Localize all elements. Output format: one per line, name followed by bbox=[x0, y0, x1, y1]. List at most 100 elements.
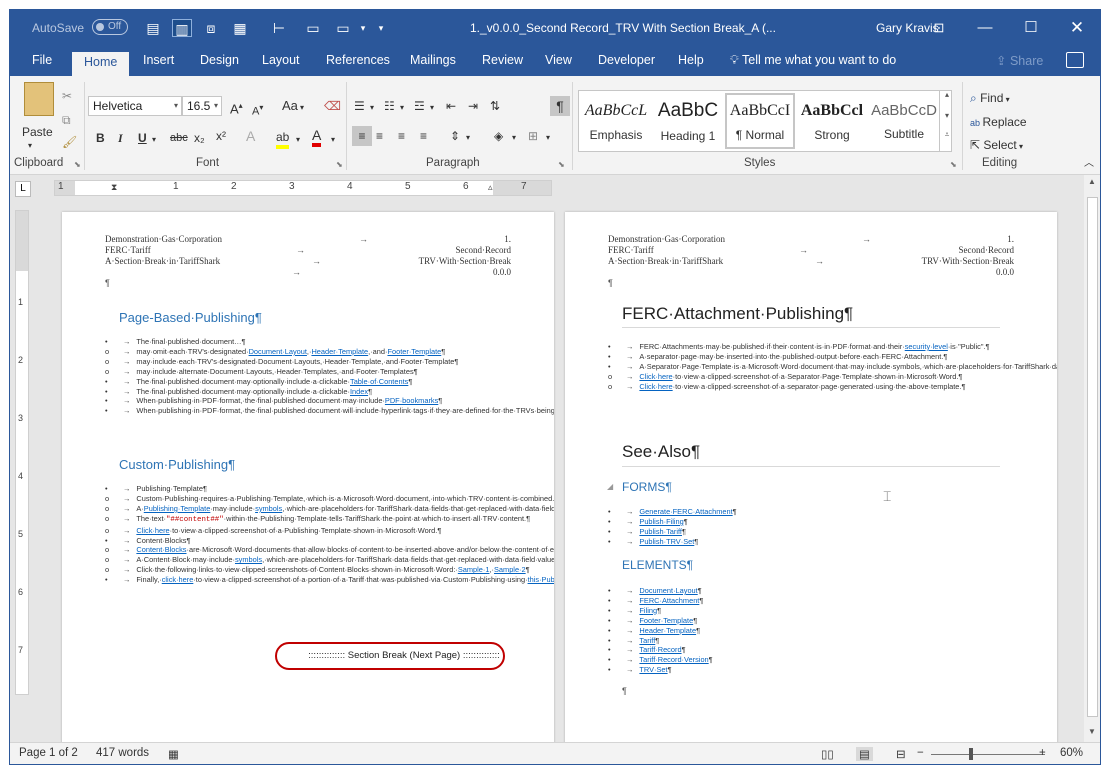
dropdown-icon[interactable]: ▾ bbox=[353, 19, 373, 37]
scroll-up-icon[interactable]: ▲ bbox=[1088, 177, 1096, 186]
collapse-ribbon-icon[interactable]: ︿ bbox=[1084, 156, 1094, 172]
superscript-button[interactable]: x² bbox=[216, 128, 226, 144]
horizontal-ruler[interactable]: 1 1 2 3 4 5 6 7 ⧗ ▵ bbox=[54, 180, 552, 196]
vertical-scrollbar[interactable]: ▲ ▼ bbox=[1084, 175, 1100, 742]
save-icon[interactable]: ▤ bbox=[143, 19, 163, 37]
ribbon-display-icon[interactable]: ⊡ bbox=[924, 16, 954, 40]
tab-mailings[interactable]: Mailings bbox=[410, 53, 456, 67]
vertical-ruler[interactable]: 1 2 3 4 5 6 7 bbox=[15, 210, 29, 695]
zoom-slider[interactable] bbox=[931, 754, 1045, 755]
hyperlink[interactable]: Tariff·Record bbox=[639, 645, 681, 654]
minimize-icon[interactable]: — bbox=[970, 16, 1000, 40]
chevron-down-icon[interactable]: ▾ bbox=[466, 130, 470, 146]
font-launcher-icon[interactable]: ⬊ bbox=[336, 160, 343, 169]
hyperlink[interactable]: Generate·FERC·Attachment bbox=[639, 507, 732, 516]
replace-button[interactable]: ab Replace bbox=[970, 114, 1027, 131]
print-layout-view-icon[interactable]: ▤ bbox=[856, 747, 873, 761]
customize-icon[interactable]: ▾ bbox=[371, 19, 391, 37]
hyperlink[interactable]: Tariff bbox=[639, 636, 655, 645]
tab-developer[interactable]: Developer bbox=[598, 53, 655, 67]
share-button[interactable]: ⇪ Share bbox=[996, 53, 1043, 68]
strikethrough-button[interactable]: abc bbox=[170, 130, 188, 146]
paste-dropdown-icon[interactable]: ▾ bbox=[28, 138, 32, 154]
zoom-out-icon[interactable]: − bbox=[917, 747, 924, 759]
bold-button[interactable]: B bbox=[96, 130, 105, 146]
align-center-icon[interactable]: ≡ bbox=[376, 128, 383, 144]
hyperlink[interactable]: this·Publishing·Template bbox=[528, 575, 554, 584]
tab-file[interactable]: File bbox=[32, 53, 52, 67]
zoom-in-icon[interactable]: + bbox=[1039, 747, 1046, 759]
hyperlink[interactable]: Publish·TRV·Set bbox=[639, 537, 694, 546]
select-button[interactable]: ⇱ Select ▾ bbox=[970, 137, 1023, 155]
hyperlink[interactable]: Table·of·Contents bbox=[350, 377, 408, 386]
chevron-down-icon[interactable]: ▾ bbox=[512, 130, 516, 146]
hyperlink[interactable]: Publish·Filing bbox=[639, 517, 683, 526]
line-spacing-icon[interactable]: ⇕ bbox=[450, 128, 460, 144]
hyperlink[interactable]: Publish·Tariff bbox=[639, 527, 682, 536]
tab-selector[interactable]: L bbox=[15, 181, 31, 197]
hyperlink[interactable]: Content·Blocks bbox=[136, 545, 186, 554]
justify-icon[interactable]: ≡ bbox=[420, 128, 427, 144]
text-effects-button[interactable]: A bbox=[246, 128, 255, 144]
more-styles-icon[interactable]: ⩡ bbox=[940, 130, 954, 140]
hyperlink[interactable]: Footer·Template bbox=[639, 616, 693, 625]
shading-icon[interactable]: ◈ bbox=[494, 128, 503, 144]
hyperlink[interactable]: Publishing·Template bbox=[144, 504, 211, 513]
maximize-icon[interactable]: ☐ bbox=[1016, 16, 1046, 40]
word-count[interactable]: 417 words bbox=[96, 747, 149, 759]
clipboard-launcher-icon[interactable]: ⬊ bbox=[74, 160, 81, 169]
tab-help[interactable]: Help bbox=[678, 53, 704, 67]
print-layout-icon[interactable]: ▥ bbox=[172, 19, 192, 37]
find-button[interactable]: ⌕ Find ▾ bbox=[970, 90, 1010, 108]
page-2[interactable]: Demonstration·Gas·Corporation FERC·Tarif… bbox=[565, 212, 1057, 752]
chevron-down-icon[interactable]: ▾ bbox=[430, 100, 434, 116]
paste-button[interactable]: Paste bbox=[22, 124, 53, 140]
highlight-button[interactable]: ab bbox=[276, 129, 290, 149]
tab-insert[interactable]: Insert bbox=[143, 53, 174, 67]
tab-view[interactable]: View bbox=[545, 53, 572, 67]
tab-home[interactable]: Home bbox=[72, 52, 130, 77]
grow-font-icon[interactable]: A▴ bbox=[230, 98, 243, 117]
hyperlink[interactable]: Filing bbox=[639, 606, 657, 615]
multilevel-list-icon[interactable]: ☲ bbox=[414, 98, 425, 114]
paragraph-launcher-icon[interactable]: ⬊ bbox=[558, 160, 565, 169]
scroll-down-icon[interactable]: ▾ bbox=[940, 111, 954, 120]
hyperlink[interactable]: PDF·bookmarks bbox=[385, 396, 438, 405]
style-strong[interactable]: AaBbCcl Strong bbox=[797, 93, 867, 149]
change-case-button[interactable]: Aa bbox=[282, 98, 298, 114]
zoom-slider-thumb[interactable] bbox=[968, 748, 973, 760]
underline-button[interactable]: U bbox=[138, 130, 147, 146]
tab-references[interactable]: References bbox=[326, 53, 390, 67]
chevron-down-icon[interactable]: ▾ bbox=[331, 132, 335, 148]
page-icon[interactable]: ▦ bbox=[230, 19, 250, 37]
hyperlink[interactable]: click·here bbox=[162, 575, 194, 584]
autosave-toggle[interactable]: Off bbox=[92, 19, 128, 35]
hyperlink[interactable]: Click·here bbox=[136, 526, 169, 535]
chevron-down-icon[interactable]: ▾ bbox=[300, 100, 304, 116]
styles-scroll[interactable]: ▴ ▾ ⩡ bbox=[939, 90, 954, 152]
increase-indent-icon[interactable]: ⇥ bbox=[468, 98, 478, 114]
font-size-box[interactable]: 16.5 ▾ bbox=[182, 96, 222, 116]
chevron-down-icon[interactable]: ▾ bbox=[152, 132, 156, 148]
hyperlink[interactable]: Document·Layout bbox=[249, 347, 307, 356]
hyperlink[interactable]: FERC·Attachment bbox=[639, 596, 699, 605]
comments-icon[interactable] bbox=[1066, 52, 1084, 68]
hyperlink[interactable]: Header·Template bbox=[311, 347, 368, 356]
paste-icon[interactable] bbox=[24, 82, 54, 116]
align-right-icon[interactable]: ≡ bbox=[398, 128, 405, 144]
numbering-icon[interactable]: ☷ bbox=[384, 98, 395, 114]
zoom-level[interactable]: 60% bbox=[1060, 747, 1083, 759]
hyperlink[interactable]: Sample·1 bbox=[458, 565, 490, 574]
page-1[interactable]: Demonstration·Gas·Corporation FERC·Tarif… bbox=[62, 212, 554, 752]
close-icon[interactable]: ✕ bbox=[1062, 16, 1092, 40]
hyperlink[interactable]: Footer·Template bbox=[387, 347, 441, 356]
hyperlink[interactable]: Header·Template bbox=[639, 626, 696, 635]
collapse-triangle-icon[interactable]: ◢ bbox=[607, 482, 613, 491]
decrease-indent-icon[interactable]: ⇤ bbox=[446, 98, 456, 114]
italic-button[interactable]: I bbox=[118, 130, 123, 146]
chevron-down-icon[interactable]: ▾ bbox=[370, 100, 374, 116]
hyperlink[interactable]: Click·here bbox=[639, 372, 672, 381]
one-page-icon[interactable]: ▭ bbox=[303, 19, 323, 37]
sort-icon[interactable]: ⇅ bbox=[490, 98, 500, 114]
tab-layout[interactable]: Layout bbox=[262, 53, 300, 67]
